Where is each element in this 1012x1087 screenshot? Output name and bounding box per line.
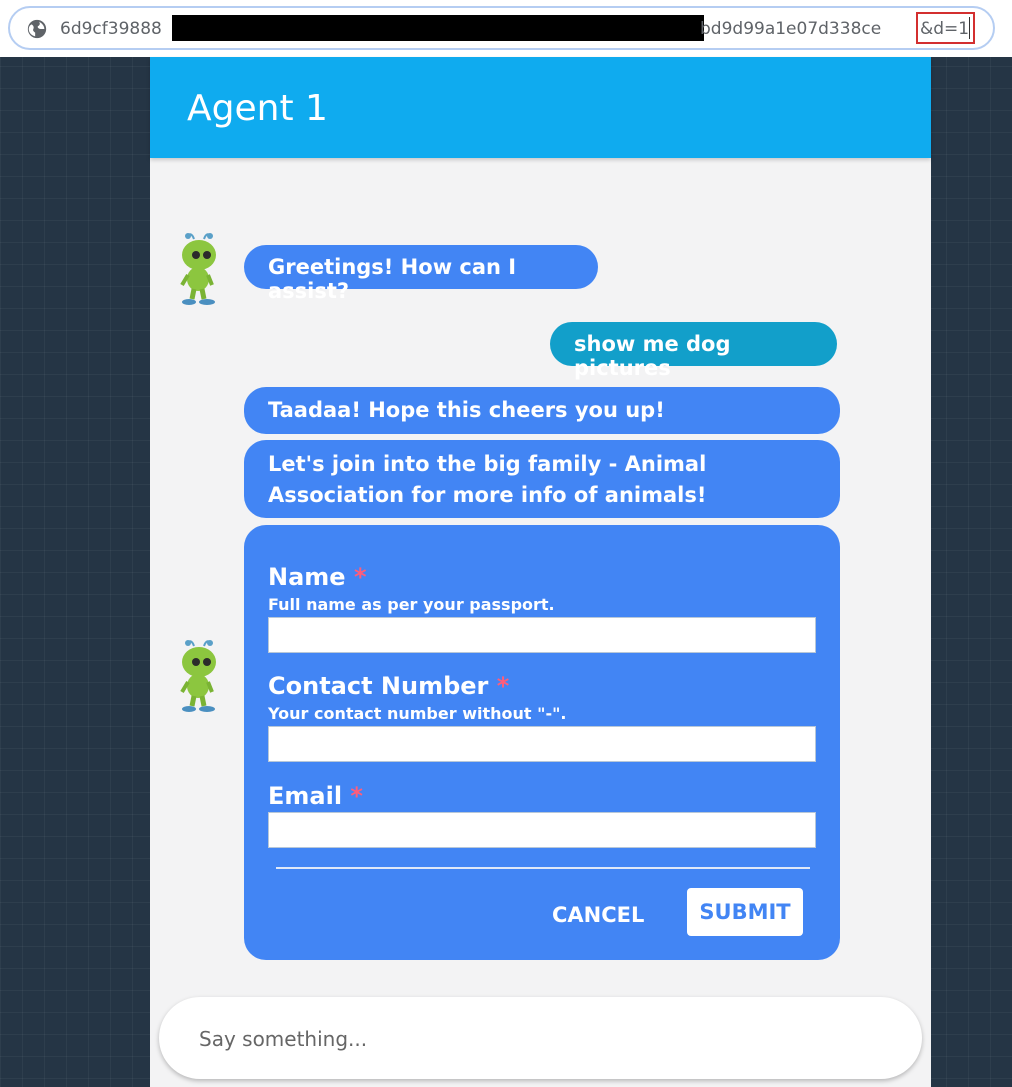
email-label: Email * [268, 782, 363, 810]
chat-panel: Agent 1 Greetings! How can I assist? sho… [150, 57, 931, 1087]
url-text-end: bd9d99a1e07d338ce [700, 19, 882, 39]
required-mark: * [353, 563, 367, 591]
submit-button[interactable]: SUBMIT [687, 888, 803, 936]
email-label-text: Email [268, 782, 343, 810]
cancel-button[interactable]: CANCEL [552, 893, 644, 937]
message-composer [159, 997, 922, 1079]
contact-number-label: Contact Number * [268, 672, 509, 700]
required-mark: * [496, 672, 510, 700]
name-input[interactable] [268, 617, 816, 653]
bot-message-greeting-text: Greetings! How can I assist? [268, 255, 517, 303]
url-text-start: 6d9cf39888 [60, 19, 162, 39]
bot-message-join-line2: Association for more info of animals! [268, 483, 707, 507]
message-input[interactable] [199, 1025, 879, 1053]
bot-message-join-line1: Let's join into the big family - Animal [268, 452, 707, 476]
contact-number-help-text: Your contact number without "-". [268, 704, 567, 723]
email-input[interactable] [268, 812, 816, 848]
globe-icon [27, 19, 47, 39]
name-label: Name * [268, 563, 367, 591]
chat-header: Agent 1 [150, 57, 931, 158]
bot-avatar-icon [180, 640, 216, 712]
bot-message-tada-text: Taadaa! Hope this cheers you up! [268, 398, 665, 422]
form-divider [276, 867, 810, 869]
required-mark: * [350, 782, 363, 810]
url-redaction [172, 15, 704, 41]
contact-number-input[interactable] [268, 726, 816, 762]
name-label-text: Name [268, 563, 346, 591]
name-help-text: Full name as per your passport. [268, 595, 555, 614]
bot-avatar-icon [180, 233, 216, 305]
bot-message-join: Let's join into the big family - Animal … [244, 440, 840, 518]
address-bar[interactable]: 6d9cf39888 bd9d99a1e07d338ce &d=1 [8, 6, 995, 50]
contact-form: Name * Full name as per your passport. C… [244, 525, 840, 960]
agent-title: Agent 1 [187, 88, 328, 129]
user-message-text: show me dog pictures [574, 332, 731, 380]
text-cursor [969, 17, 970, 39]
url-param-text: &d=1 [920, 19, 970, 39]
bot-message-tada: Taadaa! Hope this cheers you up! [244, 387, 840, 434]
bot-message-greeting: Greetings! How can I assist? [244, 245, 598, 303]
contact-number-label-text: Contact Number [268, 672, 489, 700]
browser-toolbar: 6d9cf39888 bd9d99a1e07d338ce &d=1 [0, 0, 1012, 57]
url-param-highlight: &d=1 [916, 12, 975, 44]
user-message: show me dog pictures [550, 322, 837, 380]
